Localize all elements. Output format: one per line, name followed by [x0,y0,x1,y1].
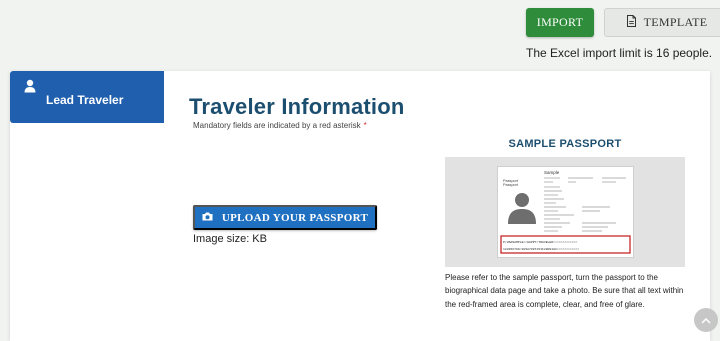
sample-passport-instructions: Please refer to the sample passport, tur… [445,273,684,309]
document-icon [626,14,637,31]
sample-passport-title: SAMPLE PASSPORT [508,138,622,150]
passport-heading: Sample [544,170,560,175]
top-actions: IMPORT TEMPLATE [526,8,720,37]
passport-word-2: Passport [503,183,519,187]
portrait-head [515,193,529,207]
import-limit-note: The Excel import limit is 16 people. [526,46,713,60]
image-size-label: Image size: KB [193,233,267,245]
mandatory-note-text: Mandatory fields are indicated by a red … [193,121,361,130]
chevron-up-icon [701,311,711,329]
import-button[interactable]: IMPORT [526,8,594,37]
template-button-label: TEMPLATE [643,15,708,29]
sample-passport-image: Sample Passport Passport P<USASAMPLE<<HA… [497,166,634,258]
mrz-line-1: P<USASAMPLE<<HAPPY<TRAVELER<<<<<<<<<<<<< [503,240,577,244]
page-title: Traveler Information [189,94,405,119]
sidebar-item-label: Lead Traveler [46,93,124,107]
scroll-to-top-button[interactable] [694,308,718,332]
sidebar-item-lead-traveler[interactable]: Lead Traveler [10,71,164,123]
required-asterisk: * [363,121,367,130]
template-button[interactable]: TEMPLATE [604,8,720,37]
camera-icon [202,212,213,224]
mandatory-fields-note: Mandatory fields are indicated by a red … [193,121,367,130]
person-icon [24,79,36,98]
portrait-body [508,209,536,224]
mrz-line-2: 123456789<1USA7007154F2009102<<<<<<<<<<<… [503,247,579,251]
upload-button-label: UPLOAD YOUR PASSPORT [221,211,369,224]
upload-passport-button[interactable]: UPLOAD YOUR PASSPORT [193,205,377,230]
